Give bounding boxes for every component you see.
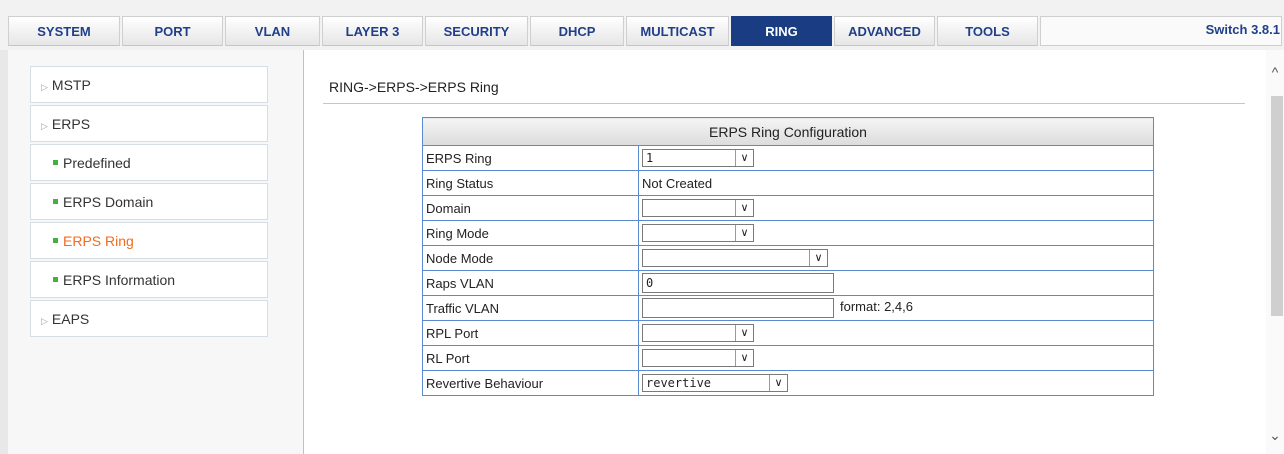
main-content: RING->ERPS->ERPS Ring ERPS Ring Configur… — [305, 50, 1265, 454]
scroll-up-icon[interactable]: ^ — [1266, 64, 1284, 80]
tab-port[interactable]: PORT — [122, 16, 223, 46]
chevron-right-icon: ▷ — [41, 121, 48, 131]
top-navigation: SYSTEM PORT VLAN LAYER 3 SECURITY DHCP M… — [0, 0, 1284, 50]
chevron-down-icon: ∨ — [735, 150, 753, 166]
divider — [323, 103, 1245, 104]
table-row: Raps VLAN 0 — [422, 270, 1154, 296]
table-row: Node Mode ∨ — [422, 245, 1154, 271]
erps-ring-select[interactable]: 1 ∨ — [642, 149, 754, 167]
erps-ring-config-table: ERPS Ring Configuration ERPS Ring 1 ∨ Rin… — [422, 117, 1154, 396]
select-value: revertive — [646, 376, 712, 390]
bullet-square-icon — [53, 160, 58, 165]
bullet-square-icon — [53, 199, 58, 204]
rpl-port-select[interactable]: ∨ — [642, 324, 754, 342]
sidebar-item-label: Predefined — [63, 155, 131, 171]
scroll-thumb[interactable] — [1271, 96, 1283, 316]
sidebar-item-erps-domain[interactable]: ERPS Domain — [30, 183, 268, 220]
table-row: RL Port ∨ — [422, 345, 1154, 371]
chevron-down-icon: ∨ — [735, 200, 753, 216]
table-row: ERPS Ring 1 ∨ — [422, 145, 1154, 171]
select-value: 1 — [646, 151, 654, 165]
bullet-square-icon — [53, 277, 58, 282]
tab-tools[interactable]: TOOLS — [937, 16, 1038, 46]
traffic-vlan-format-hint: format: 2,4,6 — [840, 299, 913, 315]
table-row: Ring Status Not Created — [422, 170, 1154, 196]
table-title: ERPS Ring Configuration — [422, 117, 1154, 146]
chevron-down-icon: ∨ — [735, 225, 753, 241]
raps-vlan-input[interactable]: 0 — [642, 273, 834, 293]
field-label: Traffic VLAN — [422, 295, 639, 321]
field-label: Ring Status — [422, 170, 639, 196]
tab-layer3[interactable]: LAYER 3 — [322, 16, 423, 46]
node-mode-select[interactable]: ∨ — [642, 249, 828, 267]
chevron-down-icon: ∨ — [735, 350, 753, 366]
sidebar-menu: ▷ MSTP ▷ ERPS Predefined ERPS Domain ERPS … — [30, 66, 268, 339]
chevron-down-icon: ∨ — [809, 250, 827, 266]
breadcrumb: RING->ERPS->ERPS Ring — [329, 79, 499, 95]
tab-vlan[interactable]: VLAN — [225, 16, 320, 46]
rl-port-select[interactable]: ∨ — [642, 349, 754, 367]
sidebar-item-label: EAPS — [51, 311, 90, 327]
field-label: ERPS Ring — [422, 145, 639, 171]
sidebar-item-eaps[interactable]: ▷ EAPS — [30, 300, 268, 337]
traffic-vlan-input[interactable] — [642, 298, 834, 318]
field-label: Raps VLAN — [422, 270, 639, 296]
bullet-square-icon — [53, 238, 58, 243]
field-label: RL Port — [422, 345, 639, 371]
sidebar-item-label: MSTP — [51, 77, 91, 93]
revertive-behaviour-select[interactable]: revertive ∨ — [642, 374, 788, 392]
sidebar-item-label: ERPS Domain — [63, 194, 154, 210]
sidebar-item-erps-ring[interactable]: ERPS Ring — [30, 222, 268, 259]
field-label: Domain — [422, 195, 639, 221]
tab-dhcp[interactable]: DHCP — [530, 16, 624, 46]
table-row: Revertive Behaviour revertive ∨ — [422, 370, 1154, 396]
sidebar-item-erps[interactable]: ▷ ERPS — [30, 105, 268, 142]
chevron-right-icon: ▷ — [41, 82, 48, 92]
sidebar-item-label: ERPS Ring — [63, 233, 134, 249]
tab-advanced[interactable]: ADVANCED — [834, 16, 935, 46]
table-row: Traffic VLAN format: 2,4,6 — [422, 295, 1154, 321]
sidebar-item-erps-information[interactable]: ERPS Information — [30, 261, 268, 298]
field-label: Node Mode — [422, 245, 639, 271]
chevron-down-icon: ∨ — [769, 375, 787, 391]
sidebar: ▷ MSTP ▷ ERPS Predefined ERPS Domain ERPS … — [0, 50, 304, 454]
tab-bar: SYSTEM PORT VLAN LAYER 3 SECURITY DHCP M… — [8, 16, 1284, 48]
tab-security[interactable]: SECURITY — [425, 16, 528, 46]
sidebar-item-label: ERPS — [51, 116, 91, 132]
table-row: RPL Port ∨ — [422, 320, 1154, 346]
firmware-version: Switch 3.8.1 — [1205, 22, 1280, 37]
field-label: Ring Mode — [422, 220, 639, 246]
chevron-right-icon: ▷ — [41, 316, 48, 326]
sidebar-item-predefined[interactable]: Predefined — [30, 144, 268, 181]
field-label: Revertive Behaviour — [422, 370, 639, 396]
table-row: Domain ∨ — [422, 195, 1154, 221]
chevron-down-icon: ∨ — [735, 325, 753, 341]
tab-multicast[interactable]: MULTICAST — [626, 16, 729, 46]
domain-select[interactable]: ∨ — [642, 199, 754, 217]
vertical-scrollbar[interactable]: ^ ⌄ — [1266, 50, 1284, 454]
tab-ring[interactable]: RING — [731, 16, 832, 46]
field-label: RPL Port — [422, 320, 639, 346]
table-row: Ring Mode ∨ — [422, 220, 1154, 246]
ring-status-value: Not Created — [638, 170, 1154, 196]
scroll-down-icon[interactable]: ⌄ — [1266, 427, 1284, 444]
sidebar-item-mstp[interactable]: ▷ MSTP — [30, 66, 268, 103]
ring-mode-select[interactable]: ∨ — [642, 224, 754, 242]
sidebar-item-label: ERPS Information — [63, 272, 176, 288]
tab-system[interactable]: SYSTEM — [8, 16, 120, 46]
